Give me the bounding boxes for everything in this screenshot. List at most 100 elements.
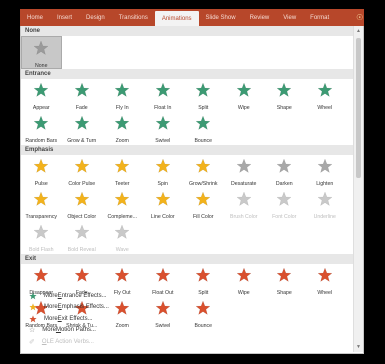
star-icon	[114, 264, 130, 288]
effect-label: Brush Color	[230, 214, 258, 220]
star-icon	[114, 79, 130, 103]
effect-lighten[interactable]: Lighten	[305, 155, 346, 188]
star-icon	[317, 264, 333, 288]
tab-view[interactable]: View	[276, 9, 303, 26]
effect-zoom[interactable]: Zoom	[102, 112, 143, 145]
effect-random-bars[interactable]: Random Bars	[21, 112, 62, 145]
effect-label: Underline	[313, 214, 336, 220]
effect-compleme[interactable]: Compleme...	[102, 188, 143, 221]
star-icon	[114, 112, 130, 136]
star-icon	[155, 155, 171, 179]
ribbon-tab-bar: Home Insert Design Transitions Animations Sli…	[20, 9, 364, 26]
effect-swivel[interactable]: Swivel	[143, 112, 184, 145]
effect-label: Float In	[154, 105, 172, 111]
effect-row: Random Bars Grow & Turn Zoom Swivel Bounce	[21, 112, 354, 145]
tab-animations[interactable]: Animations	[154, 11, 199, 26]
tab-format[interactable]: Format	[303, 9, 336, 26]
effect-line-color[interactable]: Line Color	[143, 188, 184, 221]
effect-bounce[interactable]: Bounce	[183, 112, 224, 145]
effect-label: Fill Color	[193, 214, 214, 220]
effect-float-in[interactable]: Float In	[143, 79, 184, 112]
star-icon	[33, 79, 49, 103]
effect-label: Zoom	[115, 138, 129, 144]
star-icon	[155, 264, 171, 288]
star-icon	[195, 155, 211, 179]
more-effects-menu: More Entrance Effects... More Emphasis Ef…	[21, 290, 353, 348]
effect-desaturate[interactable]: Desaturate	[224, 155, 265, 188]
star-icon	[74, 155, 90, 179]
effect-object-color[interactable]: Object Color	[62, 188, 103, 221]
effect-wipe[interactable]: Wipe	[224, 79, 265, 112]
menu-item-text-post: ntrance Effects...	[61, 292, 107, 299]
effect-grow-turn[interactable]: Grow & Turn	[62, 112, 103, 145]
gallery-scrollbar[interactable]: ▲ ▼	[353, 26, 363, 352]
effect-spin[interactable]: Spin	[143, 155, 184, 188]
effect-label: Split	[198, 105, 209, 111]
star-icon	[29, 314, 44, 323]
effect-split[interactable]: Split	[183, 79, 224, 112]
menu-item-text-post: xit Effects...	[61, 315, 93, 322]
menu-item-more-motion-paths[interactable]: ☆ More Motion Paths...	[21, 325, 353, 337]
menu-item-text-post: mphasis Effects...	[61, 304, 109, 311]
effect-teeter[interactable]: Teeter	[102, 155, 143, 188]
effect-bold-reveal[interactable]: Bold Reveal	[62, 221, 103, 254]
star-icon	[33, 221, 49, 245]
scroll-thumb[interactable]	[356, 38, 361, 178]
scroll-up-arrow-icon[interactable]: ▲	[354, 27, 363, 35]
star-icon	[236, 155, 252, 179]
menu-item-more-exit-effects[interactable]: More Exit Effects...	[21, 313, 353, 325]
menu-item-more-entrance-effects[interactable]: More Entrance Effects...	[21, 290, 353, 302]
star-icon	[114, 188, 130, 212]
effect-label: Color Pulse	[68, 181, 96, 187]
effect-label: Lighten	[316, 181, 334, 187]
menu-item-text-post: LE Action Verbs...	[46, 338, 94, 345]
star-icon	[195, 188, 211, 212]
star-icon	[29, 303, 44, 311]
tab-slide-show[interactable]: Slide Show	[199, 9, 243, 26]
tab-design[interactable]: Design	[79, 9, 112, 26]
star-icon	[33, 37, 49, 61]
effect-fly-in[interactable]: Fly In	[102, 79, 143, 112]
star-icon	[317, 155, 333, 179]
effect-font-color[interactable]: Font Color	[264, 188, 305, 221]
effect-label: Grow & Turn	[67, 138, 97, 144]
tab-review[interactable]: Review	[243, 9, 277, 26]
section-header-none_section: None	[21, 26, 354, 36]
lightbulb-icon[interactable]: ☉	[350, 13, 369, 22]
effect-label: Fly In	[115, 105, 129, 111]
effect-row: Transparency Object Color Compleme... Line …	[21, 188, 354, 221]
effect-color-pulse[interactable]: Color Pulse	[62, 155, 103, 188]
effect-underline[interactable]: Underline	[305, 188, 346, 221]
effect-wheel[interactable]: Wheel	[305, 79, 346, 112]
effect-brush-color[interactable]: Brush Color	[224, 188, 265, 221]
tab-transitions[interactable]: Transitions	[112, 9, 155, 26]
effect-pulse[interactable]: Pulse	[21, 155, 62, 188]
menu-item-text-pre: More	[44, 315, 58, 322]
effect-label: Shape	[276, 105, 292, 111]
menu-item-text-post: otion Paths...	[60, 327, 96, 334]
effect-label: Grow/Shrink	[188, 181, 218, 187]
effect-bold-flash[interactable]: Bold Flash	[21, 221, 62, 254]
menu-item-more-emphasis-effects[interactable]: More Emphasis Effects...	[21, 302, 353, 314]
effect-fade[interactable]: Fade	[62, 79, 103, 112]
star-icon	[155, 112, 171, 136]
effect-appear[interactable]: Appear	[21, 79, 62, 112]
effect-grow-shrink[interactable]: Grow/Shrink	[183, 155, 224, 188]
gallery-body: None None Entrance Appear Fade Fly In Float In…	[21, 26, 363, 330]
effect-fill-color[interactable]: Fill Color	[183, 188, 224, 221]
star-icon	[195, 79, 211, 103]
tab-insert[interactable]: Insert	[50, 9, 79, 26]
star-icon	[276, 79, 292, 103]
star-icon	[317, 188, 333, 212]
star-icon	[114, 155, 130, 179]
tab-home[interactable]: Home	[20, 9, 50, 26]
effect-darken[interactable]: Darken	[264, 155, 305, 188]
effect-none[interactable]: None	[21, 36, 62, 69]
effect-shape[interactable]: Shape	[264, 79, 305, 112]
star-icon	[276, 155, 292, 179]
menu-item-text-pre: More	[44, 292, 58, 299]
effect-transparency[interactable]: Transparency	[21, 188, 62, 221]
effect-label: Line Color	[150, 214, 175, 220]
effect-wave[interactable]: Wave	[102, 221, 143, 254]
scroll-down-arrow-icon[interactable]: ▼	[354, 343, 363, 351]
